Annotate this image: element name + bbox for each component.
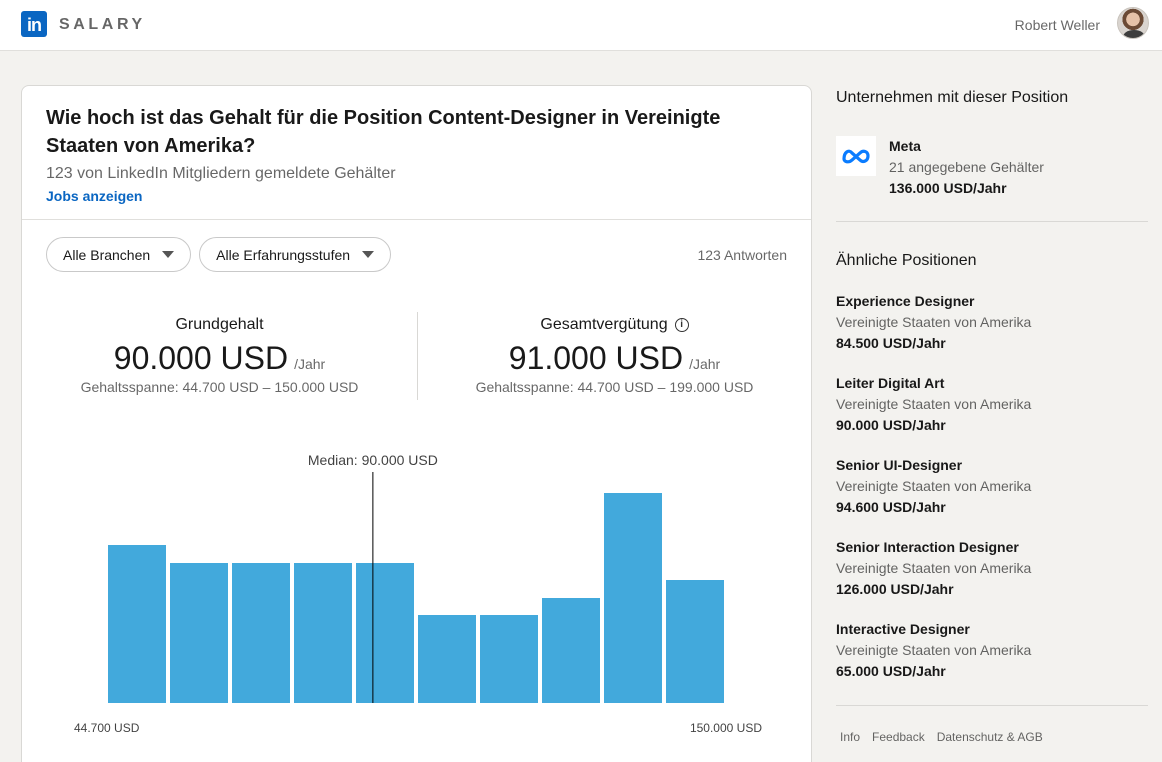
footer-link-feedback[interactable]: Feedback [872, 730, 925, 744]
similar-pay: 94.600 USD/Jahr [836, 499, 946, 515]
similar-pay: 84.500 USD/Jahr [836, 335, 946, 351]
companies-heading: Unternehmen mit dieser Position [836, 89, 1069, 106]
similar-title: Experience Designer [836, 293, 975, 309]
similar-item[interactable]: Experience Designer Vereinigte Staaten v… [836, 291, 1148, 353]
divider [836, 705, 1148, 706]
x-max-label: 150.000 USD [690, 721, 762, 735]
histogram-bar[interactable] [666, 580, 724, 703]
avatar[interactable] [1117, 7, 1149, 39]
similar-item[interactable]: Senior UI-Designer Vereinigte Staaten vo… [836, 455, 1148, 517]
similar-title: Interactive Designer [836, 621, 970, 637]
similar-item[interactable]: Senior Interaction Designer Vereinigte S… [836, 537, 1148, 599]
similar-item[interactable]: Interactive Designer Vereinigte Staaten … [836, 619, 1148, 681]
similar-item[interactable]: Leiter Digital Art Vereinigte Staaten vo… [836, 373, 1148, 435]
histogram-bar[interactable] [294, 563, 352, 703]
histogram-bar[interactable] [480, 615, 538, 703]
footer-link-privacy[interactable]: Datenschutz & AGB [937, 730, 1043, 744]
similar-pay: 126.000 USD/Jahr [836, 581, 954, 597]
right-column: Unternehmen mit dieser Position Meta 21 … [836, 88, 1148, 744]
similar-location: Vereinigte Staaten von Amerika [836, 560, 1032, 576]
linkedin-logo[interactable]: in [21, 11, 47, 37]
histogram-bar[interactable] [232, 563, 290, 703]
similar-title: Senior UI-Designer [836, 457, 963, 473]
similar-location: Vereinigte Staaten von Amerika [836, 642, 1032, 658]
meta-logo-icon [836, 136, 876, 176]
histogram-bar[interactable] [542, 598, 600, 703]
brand-label: SALARY [59, 16, 146, 33]
histogram-bar[interactable] [604, 493, 662, 703]
company-item[interactable]: Meta 21 angegebene Gehälter 136.000 USD/… [836, 136, 1148, 198]
similar-pay: 65.000 USD/Jahr [836, 663, 946, 679]
company-count: 21 angegebene Gehälter [889, 159, 1044, 175]
user-name[interactable]: Robert Weller [1015, 17, 1100, 33]
similar-location: Vereinigte Staaten von Amerika [836, 396, 1032, 412]
salary-histogram: Median: 90.000 USD 44.700 USD 150.000 USD [74, 452, 762, 735]
similar-heading: Ähnliche Positionen [836, 252, 977, 269]
median-label: Median: 90.000 USD [308, 452, 438, 468]
footer-links: Info Feedback Datenschutz & AGB [840, 730, 1148, 744]
company-name: Meta [889, 138, 921, 154]
similar-location: Vereinigte Staaten von Amerika [836, 314, 1032, 330]
salary-card: Wie hoch ist das Gehalt für die Position… [21, 85, 812, 762]
similar-title: Senior Interaction Designer [836, 539, 1019, 555]
histogram-bar[interactable] [418, 615, 476, 703]
histogram-bar[interactable] [170, 563, 228, 703]
x-min-label: 44.700 USD [74, 721, 140, 735]
company-pay: 136.000 USD/Jahr [889, 180, 1007, 196]
divider [836, 221, 1148, 222]
footer-link-info[interactable]: Info [840, 730, 860, 744]
similar-title: Leiter Digital Art [836, 375, 945, 391]
histogram-bar[interactable] [108, 545, 166, 703]
top-bar: in SALARY Robert Weller [0, 0, 1162, 51]
similar-location: Vereinigte Staaten von Amerika [836, 478, 1032, 494]
similar-pay: 90.000 USD/Jahr [836, 417, 946, 433]
histogram-bar[interactable] [356, 563, 414, 703]
